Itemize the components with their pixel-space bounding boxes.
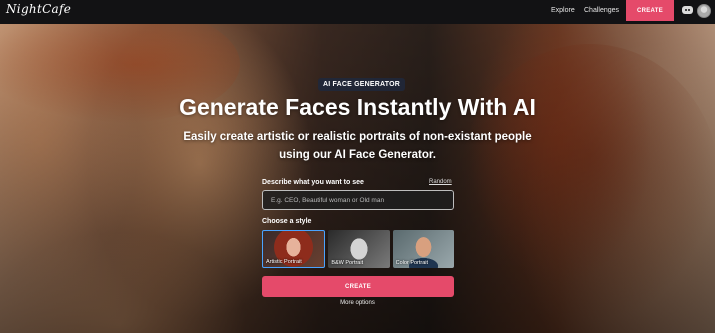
style-card-label: Color Portrait <box>395 260 429 266</box>
style-label: Choose a style <box>262 218 312 225</box>
style-card-label: B&W Portrait <box>331 260 364 266</box>
subtitle-line: using our AI Face Generator. <box>279 149 436 161</box>
page-title: Generate Faces Instantly With AI <box>179 94 536 120</box>
avatar[interactable] <box>697 4 711 18</box>
nav-challenges-link[interactable]: Challenges <box>584 7 619 14</box>
style-card-color-portrait[interactable]: Color Portrait <box>392 230 454 268</box>
describe-label: Describe what you want to see <box>262 179 364 186</box>
nav-explore-link[interactable]: Explore <box>551 7 575 14</box>
style-picker: Artistic Portrait B&W Portrait Color Por… <box>262 230 454 268</box>
hair-shape <box>460 44 715 324</box>
subtitle-line: Easily create artistic or realistic port… <box>183 131 532 143</box>
style-card-bw-portrait[interactable]: B&W Portrait <box>328 230 390 268</box>
logo[interactable]: NightCafe <box>6 2 71 16</box>
style-card-artistic-portrait[interactable]: Artistic Portrait <box>262 230 326 268</box>
ai-face-generator-badge: AI FACE GENERATOR <box>318 78 406 91</box>
create-button[interactable]: CREATE <box>262 276 454 297</box>
page-subtitle: Easily create artistic or realistic port… <box>150 128 565 164</box>
nav-create-button[interactable]: CREATE <box>626 0 674 21</box>
top-nav: NightCafe Explore Challenges CREATE <box>0 0 715 24</box>
discord-icon[interactable] <box>682 6 693 14</box>
prompt-input[interactable] <box>262 190 454 210</box>
more-options-link[interactable]: More options <box>0 300 715 306</box>
style-card-label: Artistic Portrait <box>266 259 302 265</box>
random-link[interactable]: Random <box>429 179 452 185</box>
